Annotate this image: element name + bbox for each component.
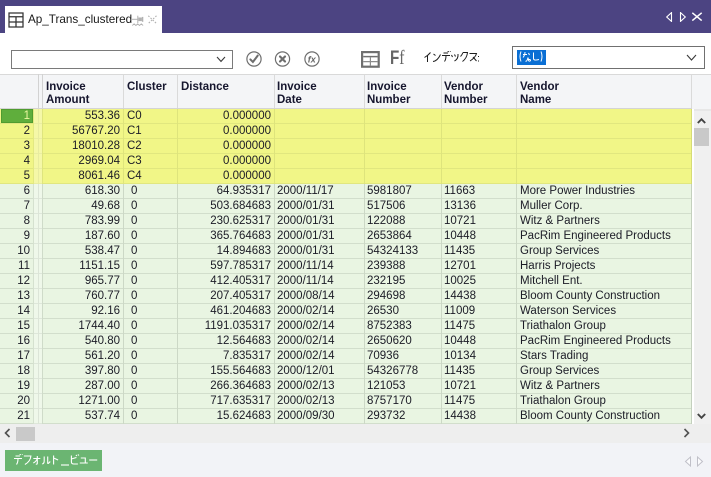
svg-text:fx: fx: [308, 54, 317, 64]
